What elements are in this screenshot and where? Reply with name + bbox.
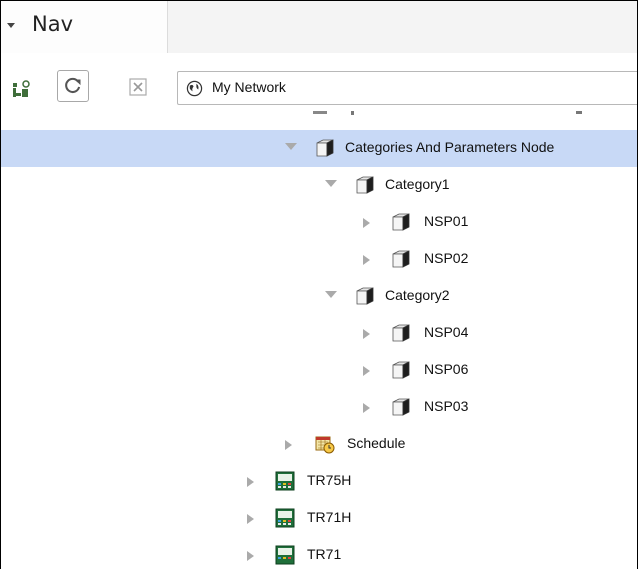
tree-label: NSP03 [424,398,469,414]
collapse-arrow-icon[interactable] [247,551,254,561]
tree-label: TR71H [307,509,352,525]
tab-bar: Nav [1,1,637,54]
tree-label: NSP04 [424,324,469,340]
device-icon [275,508,295,528]
collapse-arrow-icon[interactable] [363,218,370,228]
address-text: My Network [212,79,286,95]
schedule-icon [315,436,335,454]
tree-row-category1[interactable]: Category1 [1,167,637,204]
tree-label: NSP01 [424,213,469,229]
tree-label: Categories And Parameters Node [345,139,555,155]
expand-arrow-icon[interactable] [325,180,337,187]
tree-label: Category1 [385,176,450,192]
tree-row-tr75h[interactable]: TR75H [1,463,637,500]
collapse-arrow-icon[interactable] [363,403,370,413]
tree-row-nsp04[interactable]: NSP04 [1,315,637,352]
tree-label: Schedule [347,435,406,451]
cube-icon [316,139,334,157]
device-icon [275,545,295,565]
cube-icon [392,361,410,379]
cube-icon [392,398,410,416]
partial-row-fragment [313,111,582,115]
cube-icon [356,287,374,305]
collapse-arrow-icon[interactable] [363,255,370,265]
cube-icon [392,250,410,268]
cube-icon [356,176,374,194]
collapse-arrow-icon[interactable] [247,514,254,524]
tree-label: TR75H [307,472,352,488]
tree-row-nsp03[interactable]: NSP03 [1,389,637,426]
cube-icon [392,324,410,342]
address-field[interactable]: My Network [177,71,637,105]
collapse-arrow-icon[interactable] [285,440,292,450]
refresh-button[interactable] [57,70,89,102]
tree-view-icon[interactable] [11,80,31,100]
tree-row-tr71[interactable]: TR71 [1,537,637,569]
expand-arrow-icon[interactable] [285,143,297,150]
collapse-arrow-icon[interactable] [247,477,254,487]
tab-nav[interactable]: Nav [1,1,168,53]
nav-panel: Nav My Network Categories And Parameters… [0,0,638,569]
cube-icon [392,213,410,231]
tree-row-nsp02[interactable]: NSP02 [1,241,637,278]
collapse-arrow-icon[interactable] [363,366,370,376]
caret-down-icon[interactable] [7,23,15,28]
nav-tree: Categories And Parameters Node Category1… [1,111,637,569]
tree-label: Category2 [385,287,450,303]
tree-row-categories-node[interactable]: Categories And Parameters Node [1,130,637,167]
device-icon [275,471,295,491]
expand-arrow-icon[interactable] [325,291,337,298]
tab-title: Nav [32,12,74,36]
collapse-arrow-icon[interactable] [363,329,370,339]
tree-row-tr71h[interactable]: TR71H [1,500,637,537]
tree-row-nsp01[interactable]: NSP01 [1,204,637,241]
tree-label: NSP06 [424,361,469,377]
refresh-icon [65,77,81,94]
tree-row-schedule[interactable]: Schedule [1,426,637,463]
globe-icon [186,80,203,97]
tree-row-nsp06[interactable]: NSP06 [1,352,637,389]
tree-label: TR71 [307,546,342,562]
tree-label: NSP02 [424,250,469,266]
tree-row-category2[interactable]: Category2 [1,278,637,315]
close-icon[interactable] [129,78,147,96]
